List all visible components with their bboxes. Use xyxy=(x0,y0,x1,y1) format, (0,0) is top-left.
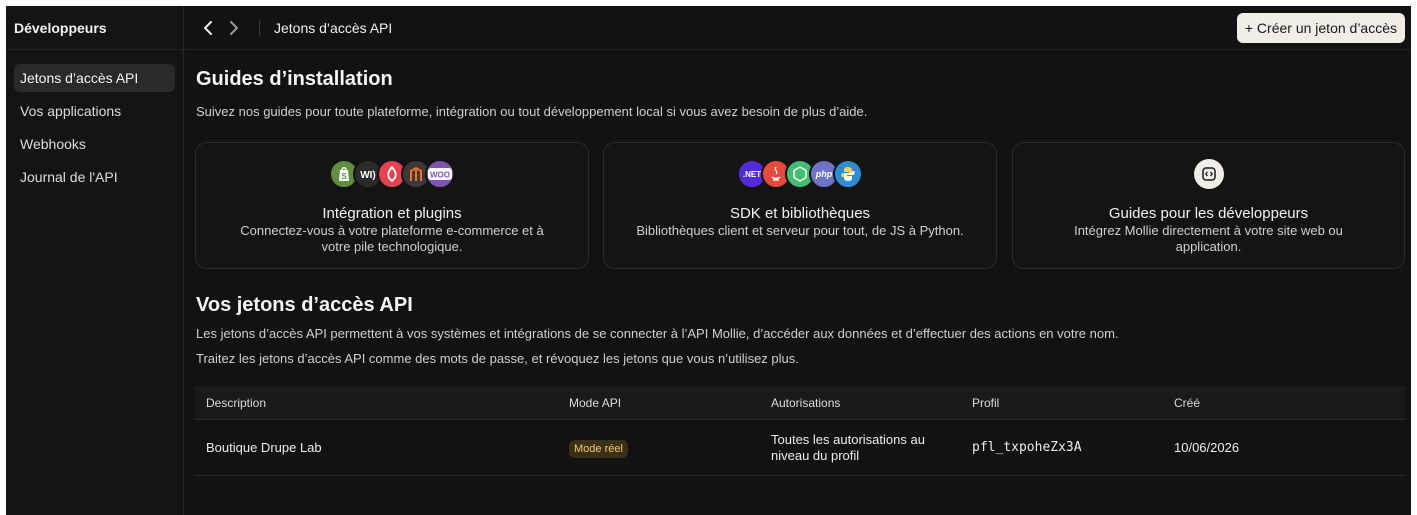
sidebar-item-api-log[interactable]: Journal de l'API xyxy=(14,163,175,191)
tokens-description: Les jetons d’accès API permettent à vos … xyxy=(196,326,1119,341)
svg-text:S: S xyxy=(341,172,347,181)
token-permissions: Toutes les autorisations au niveau du pr… xyxy=(771,431,925,463)
sidebar-title: Développeurs xyxy=(6,6,183,50)
column-permissions[interactable]: Autorisations xyxy=(771,395,951,411)
tokens-title: Vos jetons d’accès API xyxy=(196,294,413,316)
main-content: Guides d’installation Suivez nos guides … xyxy=(195,50,1411,515)
table-row[interactable]: Boutique Drupe Lab Mode réel Toutes les … xyxy=(195,420,1405,476)
integration-logos: S WI) WOO xyxy=(196,159,588,189)
card-integrations-title: Intégration et plugins xyxy=(322,205,462,222)
sidebar-item-webhooks[interactable]: Webhooks xyxy=(14,130,175,158)
card-sdk-title: SDK et bibliothèques xyxy=(729,205,871,222)
svg-text:WOO: WOO xyxy=(430,171,450,180)
card-developer-guides-description: Intégrez Mollie directement à votre site… xyxy=(1074,223,1343,254)
card-integrations[interactable]: S WI) WOO Intégration et plugins Connect… xyxy=(195,142,589,269)
code-icon xyxy=(1193,159,1224,189)
column-api-mode[interactable]: Mode API xyxy=(569,396,621,410)
column-profile[interactable]: Profil xyxy=(972,396,999,410)
svg-text:php: php xyxy=(815,169,833,179)
sidebar-nav: Jetons d’accès API Vos applications Webh… xyxy=(6,50,183,191)
breadcrumb-title: Jetons d’accès API xyxy=(274,19,393,36)
card-integrations-description: Connectez-vous à votre plateforme e-comm… xyxy=(240,223,544,254)
table-header: Description Mode API Autorisations Profi… xyxy=(195,386,1405,420)
svg-text:WI): WI) xyxy=(360,170,376,180)
app-frame: Développeurs Jetons d’accès API Vos appl… xyxy=(6,6,1411,515)
guides-title: Guides d’installation xyxy=(196,68,393,90)
card-sdk-description: Bibliothèques client et serveur pour tou… xyxy=(636,223,964,238)
sidebar: Développeurs Jetons d’accès API Vos appl… xyxy=(6,6,184,515)
card-developer-guides-title: Guides pour les développeurs xyxy=(1108,205,1309,222)
column-description[interactable]: Description xyxy=(206,396,266,410)
sidebar-item-applications[interactable]: Vos applications xyxy=(14,97,175,125)
svg-text:.NET: .NET xyxy=(743,170,761,179)
forward-arrow-icon[interactable] xyxy=(221,15,247,41)
api-mode-cell: Mode réel xyxy=(569,440,628,458)
card-sdk[interactable]: .NET php SDK et bibliothèques Bibliothèq… xyxy=(603,142,997,269)
sdk-logos: .NET php xyxy=(604,159,996,189)
token-profile: pfl_txpoheZx3A xyxy=(972,440,1082,455)
mode-badge: Mode réel xyxy=(569,440,628,458)
card-developer-guides[interactable]: Guides pour les développeurs Intégrez Mo… xyxy=(1012,142,1405,269)
python-icon xyxy=(833,159,863,189)
column-created[interactable]: Créé xyxy=(1174,396,1200,410)
sidebar-item-api-tokens[interactable]: Jetons d’accès API xyxy=(14,64,175,92)
woocommerce-icon: WOO xyxy=(425,159,455,189)
tokens-table: Description Mode API Autorisations Profi… xyxy=(195,386,1405,476)
guides-subtitle: Suivez nos guides pour toute plateforme,… xyxy=(196,104,868,119)
token-created: 10/06/2026 xyxy=(1174,440,1240,455)
token-description: Boutique Drupe Lab xyxy=(206,440,322,455)
back-arrow-icon[interactable] xyxy=(195,15,221,41)
top-bar: Jetons d’accès API + Créer un jeton d’ac… xyxy=(185,6,1411,50)
tokens-warning: Traitez les jetons d’accès API comme des… xyxy=(196,351,799,366)
create-token-button[interactable]: + Créer un jeton d’accès xyxy=(1236,13,1405,43)
guide-cards: S WI) WOO Intégration et plugins Connect… xyxy=(195,142,1405,269)
breadcrumb-divider xyxy=(259,19,260,36)
